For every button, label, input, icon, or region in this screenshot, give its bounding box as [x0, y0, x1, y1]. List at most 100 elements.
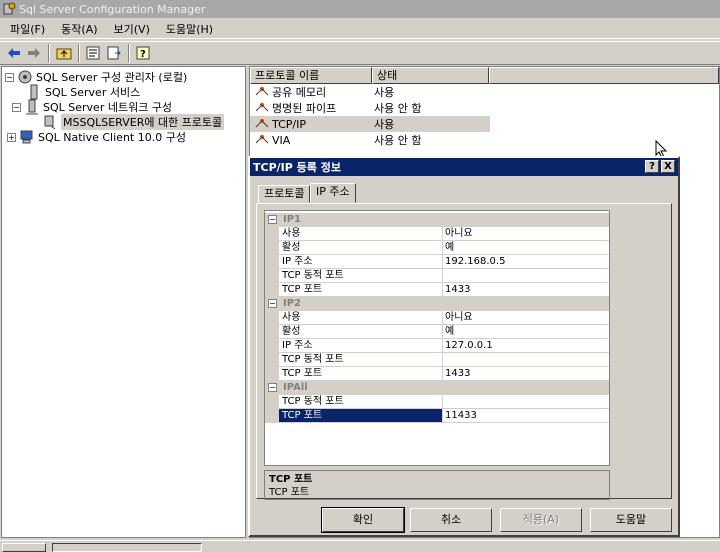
column-header-status[interactable]: 상태: [372, 67, 489, 84]
list-item[interactable]: VIA 사용 안 함: [250, 132, 421, 148]
row-gutter: [265, 409, 279, 423]
row-gutter: [265, 353, 279, 367]
property-row[interactable]: TCP 동적 포트: [265, 269, 609, 283]
up-folder-icon: [56, 48, 72, 60]
list-item[interactable]: 명명된 파이프 사용 안 함: [250, 100, 421, 116]
property-value[interactable]: 아니요: [443, 311, 609, 325]
expand-icon[interactable]: +: [7, 132, 16, 142]
property-row-selected[interactable]: TCP 포트 11433: [265, 409, 609, 423]
row-gutter: [265, 241, 279, 255]
collapse-icon[interactable]: −: [268, 299, 277, 308]
property-value[interactable]: 1433: [443, 367, 609, 381]
property-description: TCP 포트 TCP 포트: [264, 470, 610, 500]
property-row[interactable]: TCP 동적 포트: [265, 395, 609, 409]
property-value-input[interactable]: 11433: [443, 409, 609, 423]
tree-item-label: SQL Server 구성 관리자 (로컬): [36, 71, 188, 84]
tree-item-native-client[interactable]: + SQL Native Client 10.0 구성: [7, 129, 186, 145]
protocol-icon: [255, 135, 269, 144]
tab-protocol[interactable]: 프로토콜: [258, 185, 311, 203]
property-row[interactable]: TCP 포트 1433: [265, 283, 609, 297]
back-button[interactable]: [4, 43, 24, 63]
row-gutter: [265, 255, 279, 269]
protocol-status: 사용: [374, 118, 395, 131]
column-header-empty: [489, 67, 719, 84]
tab-ip-addresses[interactable]: IP 주소: [310, 183, 356, 203]
toolbar: ?: [0, 41, 720, 65]
help-icon: ?: [136, 46, 150, 60]
properties-button[interactable]: [84, 43, 104, 63]
property-row[interactable]: IP 주소 127.0.0.1: [265, 339, 609, 353]
tree-item-root[interactable]: − SQL Server 구성 관리자 (로컬): [5, 69, 187, 85]
row-gutter: [265, 269, 279, 283]
tree-pane[interactable]: − SQL Server 구성 관리자 (로컬) SQL Server 서비스 …: [1, 66, 246, 538]
property-row[interactable]: IP 주소 192.168.0.5: [265, 255, 609, 269]
property-category-ip1[interactable]: − IP1: [265, 213, 609, 227]
dialog-close-button[interactable]: X: [661, 160, 675, 173]
protocol-icon: [255, 119, 269, 128]
property-row[interactable]: 활성 예: [265, 241, 609, 255]
property-value[interactable]: 아니요: [443, 227, 609, 241]
column-header-protocol-name[interactable]: 프로토콜 이름: [250, 67, 372, 84]
window-title: Sql Server Configuration Manager: [19, 2, 206, 16]
collapse-icon[interactable]: −: [268, 215, 277, 224]
property-value[interactable]: [443, 269, 609, 283]
cancel-button[interactable]: 취소: [410, 508, 492, 532]
menu-view[interactable]: 보기(V): [106, 21, 158, 37]
menu-file[interactable]: 파일(F): [2, 21, 53, 37]
protocol-name: 명명된 파이프: [272, 102, 337, 115]
protocol-name: VIA: [272, 133, 291, 147]
export-list-icon: [107, 46, 121, 60]
property-category-ipall[interactable]: − IPAll: [265, 381, 609, 395]
menu-action[interactable]: 동작(A): [53, 21, 105, 37]
row-gutter: [265, 367, 279, 381]
row-gutter: [265, 227, 279, 241]
server-icon: [30, 84, 38, 100]
property-value[interactable]: 192.168.0.5: [443, 255, 609, 269]
property-row[interactable]: TCP 동적 포트: [265, 353, 609, 367]
list-item-selected[interactable]: TCP/IP 사용: [250, 116, 490, 132]
row-gutter: [265, 325, 279, 339]
property-row[interactable]: 사용 아니요: [265, 311, 609, 325]
property-value[interactable]: [443, 395, 609, 409]
property-value[interactable]: 127.0.0.1: [443, 339, 609, 353]
row-gutter: [265, 395, 279, 409]
apply-button[interactable]: 적용(A): [500, 508, 582, 532]
list-item[interactable]: 공유 메모리 사용: [250, 84, 394, 100]
property-row[interactable]: TCP 포트 1433: [265, 367, 609, 381]
property-row[interactable]: 활성 예: [265, 325, 609, 339]
tree-item-protocols[interactable]: MSSQLSERVER에 대한 프로토콜: [42, 114, 225, 130]
export-list-button[interactable]: [104, 43, 124, 63]
forward-button[interactable]: [24, 43, 44, 63]
property-row[interactable]: 사용 아니요: [265, 227, 609, 241]
collapse-icon[interactable]: −: [5, 72, 14, 82]
property-value[interactable]: [443, 353, 609, 367]
property-grid[interactable]: − IP1 사용 아니요 활성 예 IP 주소 192.168.0.5 TCP …: [264, 210, 610, 466]
category-name: IP1: [283, 214, 302, 225]
dialog-help-button[interactable]: ?: [645, 160, 659, 173]
computer-icon: [20, 130, 33, 144]
ok-button[interactable]: 확인: [321, 507, 405, 533]
up-one-level-button[interactable]: [54, 43, 74, 63]
network-config-icon: [26, 99, 38, 115]
protocol-icon: [255, 87, 269, 96]
tree-item-services[interactable]: SQL Server 서비스: [26, 84, 140, 100]
protocol-icon: [255, 103, 269, 112]
dialog-title-bar[interactable]: TCP/IP 등록 정보 ? X: [250, 158, 678, 176]
property-value[interactable]: 예: [443, 325, 609, 339]
tree-item-label: MSSQLSERVER에 대한 프로토콜: [61, 114, 225, 130]
property-name: TCP 포트: [279, 367, 443, 381]
property-category-ip2[interactable]: − IP2: [265, 297, 609, 311]
property-value[interactable]: 1433: [443, 283, 609, 297]
dialog-help-bottom-button[interactable]: 도움말: [590, 508, 672, 532]
protocol-name: TCP/IP: [272, 117, 306, 131]
property-name: 사용: [279, 311, 443, 325]
menu-help[interactable]: 도움말(H): [158, 21, 221, 37]
property-name: TCP 포트: [279, 409, 443, 423]
collapse-icon[interactable]: −: [268, 383, 277, 392]
protocol-status: 사용 안 함: [374, 102, 422, 115]
category-name: IPAll: [283, 382, 308, 393]
collapse-icon[interactable]: −: [12, 102, 21, 112]
tree-item-network-config[interactable]: − SQL Server 네트워크 구성: [12, 99, 172, 115]
help-button[interactable]: ?: [134, 43, 154, 63]
property-value[interactable]: 예: [443, 241, 609, 255]
